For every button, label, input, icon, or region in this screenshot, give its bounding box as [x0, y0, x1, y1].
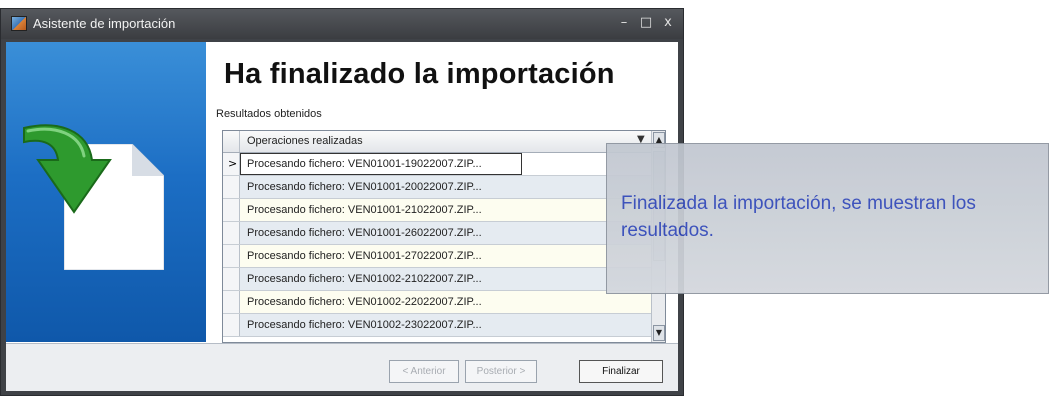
row-header[interactable] — [223, 245, 240, 267]
row-header[interactable] — [223, 222, 240, 244]
grid-header: Operaciones realizadas ▼ — [223, 131, 651, 153]
operation-cell: Procesando fichero: VEN01001-19022007.ZI… — [247, 158, 482, 170]
tooltip-text: Finalizada la importación, se muestran l… — [621, 193, 976, 241]
title-bar[interactable]: Asistente de importación – □ x — [1, 9, 683, 39]
minimize-button[interactable]: – — [615, 14, 633, 32]
table-row[interactable]: Procesando fichero: VEN01001-27022007.ZI… — [223, 245, 651, 268]
table-row[interactable]: Procesando fichero: VEN01002-23022007.ZI… — [223, 314, 651, 337]
results-label: Resultados obtenidos — [216, 108, 322, 120]
operation-cell: Procesando fichero: VEN01002-21022007.ZI… — [247, 273, 482, 285]
operation-cell: Procesando fichero: VEN01001-27022007.ZI… — [247, 250, 482, 262]
operation-cell: Procesando fichero: VEN01001-26022007.ZI… — [247, 227, 482, 239]
row-header[interactable] — [223, 199, 240, 221]
row-header[interactable]: > — [223, 153, 240, 175]
import-wizard-window: Asistente de importación – □ x Ha finali… — [0, 8, 684, 396]
maximize-button[interactable]: □ — [637, 14, 655, 32]
operations-grid[interactable]: Operaciones realizadas ▼ > Procesando fic… — [222, 130, 666, 343]
row-header[interactable] — [223, 268, 240, 290]
table-row[interactable]: > Procesando fichero: VEN01001-19022007.Z… — [223, 153, 651, 176]
scroll-down-button[interactable]: ▼ — [653, 325, 665, 341]
table-row[interactable]: Procesando fichero: VEN01001-20022007.ZI… — [223, 176, 651, 199]
operation-cell: Procesando fichero: VEN01001-20022007.ZI… — [247, 181, 482, 193]
page-title: Ha finalizado la importación — [224, 58, 615, 90]
row-header-column — [223, 131, 240, 152]
app-icon — [11, 16, 27, 31]
operation-cell: Procesando fichero: VEN01002-23022007.ZI… — [247, 319, 482, 331]
row-header[interactable] — [223, 176, 240, 198]
next-button[interactable]: Posterior > — [465, 360, 537, 383]
current-row-marker-icon: > — [228, 157, 238, 170]
close-button[interactable]: x — [659, 14, 677, 32]
row-header[interactable] — [223, 314, 240, 336]
wizard-content: Ha finalizado la importación Resultados … — [6, 42, 678, 391]
green-arrow-icon — [23, 124, 112, 214]
callout-tooltip: Finalizada la importación, se muestran l… — [606, 143, 1049, 294]
table-row[interactable]: Procesando fichero: VEN01001-26022007.ZI… — [223, 222, 651, 245]
grid-rows: > Procesando fichero: VEN01001-19022007.Z… — [223, 153, 651, 337]
previous-button[interactable]: < Anterior — [389, 360, 459, 383]
finish-button[interactable]: Finalizar — [579, 360, 663, 383]
operation-cell: Procesando fichero: VEN01002-22022007.ZI… — [247, 296, 482, 308]
operation-cell: Procesando fichero: VEN01001-21022007.ZI… — [247, 204, 482, 216]
table-row[interactable]: Procesando fichero: VEN01002-21022007.ZI… — [223, 268, 651, 291]
window-title: Asistente de importación — [33, 16, 176, 31]
wizard-banner — [6, 42, 206, 342]
row-header[interactable] — [223, 291, 240, 313]
table-row[interactable]: Procesando fichero: VEN01002-22022007.ZI… — [223, 291, 651, 314]
wizard-footer: < Anterior Posterior > Finalizar — [6, 343, 678, 391]
table-row[interactable]: Procesando fichero: VEN01001-21022007.ZI… — [223, 199, 651, 222]
column-header-operations[interactable]: Operaciones realizadas — [247, 135, 363, 147]
